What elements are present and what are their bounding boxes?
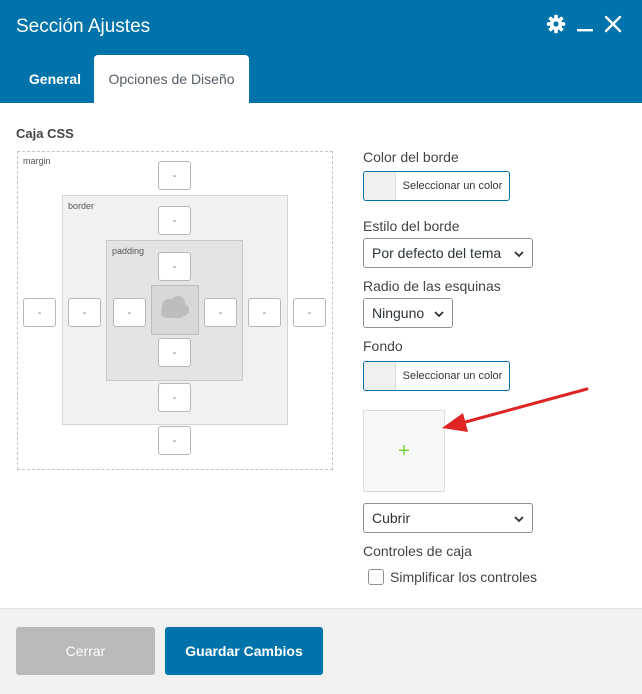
border-style-label: Estilo del borde bbox=[363, 218, 460, 234]
background-color-swatch bbox=[364, 362, 396, 390]
chevron-down-icon bbox=[513, 247, 525, 263]
minimize-icon[interactable] bbox=[576, 14, 594, 34]
border-color-button-label: Seleccionar un color bbox=[402, 180, 503, 192]
simplify-controls-label[interactable]: Simplificar los controles bbox=[390, 569, 537, 585]
close-icon[interactable] bbox=[604, 15, 622, 33]
border-color-swatch bbox=[364, 172, 396, 200]
simplify-controls-checkbox[interactable] bbox=[368, 569, 384, 585]
border-left-input[interactable] bbox=[68, 298, 101, 327]
header-actions bbox=[546, 14, 622, 34]
padding-bottom-input[interactable] bbox=[158, 338, 191, 367]
css-box-label: Caja CSS bbox=[16, 126, 74, 141]
border-top-input[interactable] bbox=[158, 206, 191, 235]
margin-right-input[interactable] bbox=[293, 298, 326, 327]
background-size-select[interactable]: Cubrir bbox=[363, 503, 533, 533]
chevron-down-icon bbox=[433, 307, 445, 323]
padding-label: padding bbox=[112, 246, 145, 256]
box-controls-label: Controles de caja bbox=[363, 543, 472, 559]
close-button[interactable]: Cerrar bbox=[16, 627, 155, 675]
save-changes-button[interactable]: Guardar Cambios bbox=[165, 627, 323, 675]
plus-icon: + bbox=[398, 439, 410, 462]
annotation-arrow-icon bbox=[442, 387, 589, 432]
border-color-button[interactable]: Seleccionar un color bbox=[363, 171, 510, 201]
padding-top-input[interactable] bbox=[158, 252, 191, 281]
border-color-label: Color del borde bbox=[363, 149, 459, 165]
background-label: Fondo bbox=[363, 338, 403, 354]
margin-top-input[interactable] bbox=[158, 161, 191, 190]
tab-general[interactable]: General bbox=[16, 55, 94, 103]
chevron-down-icon bbox=[513, 512, 525, 528]
border-bottom-input[interactable] bbox=[158, 383, 191, 412]
background-size-value: Cubrir bbox=[372, 510, 411, 526]
corner-radius-value: Ninguno bbox=[372, 305, 425, 321]
corner-radius-label: Radio de las esquinas bbox=[363, 278, 501, 294]
simplify-controls-row: Simplificar los controles bbox=[368, 569, 537, 585]
gear-icon[interactable] bbox=[546, 14, 566, 34]
content-box bbox=[151, 285, 199, 335]
dialog-title: Sección Ajustes bbox=[16, 16, 151, 37]
tab-bar: General Opciones de Diseño bbox=[16, 55, 249, 103]
margin-label: margin bbox=[23, 156, 51, 166]
margin-left-input[interactable] bbox=[23, 298, 56, 327]
corner-radius-select[interactable]: Ninguno bbox=[363, 298, 453, 328]
cloud-icon bbox=[157, 294, 193, 327]
dialog-header: Sección Ajustes General Opciones de Dise… bbox=[0, 0, 642, 103]
border-style-value: Por defecto del tema bbox=[372, 245, 502, 261]
border-label: border bbox=[68, 201, 95, 211]
border-right-input[interactable] bbox=[248, 298, 281, 327]
tab-design-options[interactable]: Opciones de Diseño bbox=[94, 55, 249, 103]
padding-right-input[interactable] bbox=[204, 298, 237, 327]
padding-left-input[interactable] bbox=[113, 298, 146, 327]
margin-bottom-input[interactable] bbox=[158, 426, 191, 455]
border-style-select[interactable]: Por defecto del tema bbox=[363, 238, 533, 268]
